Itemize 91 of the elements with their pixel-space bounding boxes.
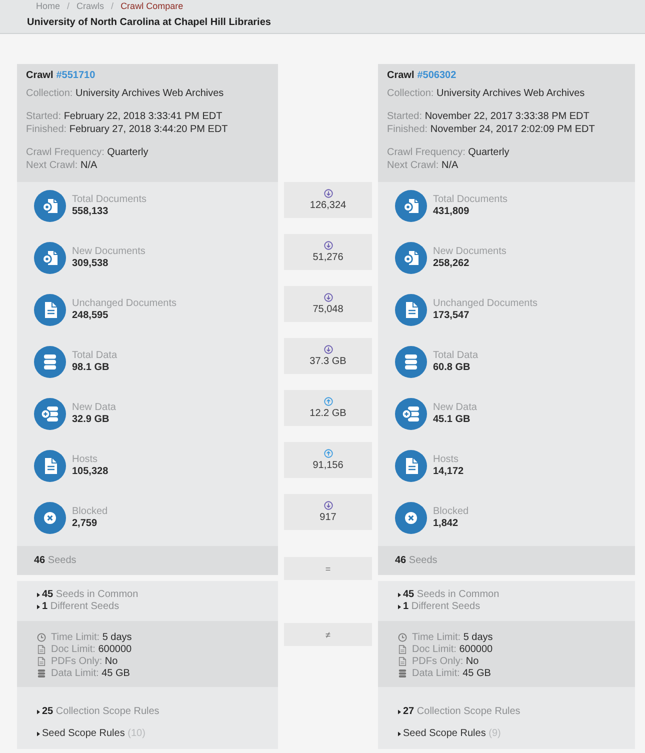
database-badge-icon [34,398,66,430]
limit-line: PDFs Only: No [412,656,479,666]
document-icon [398,644,407,654]
document-icon [34,294,66,326]
document-icon [37,644,46,654]
document-icon [395,294,427,326]
clock-icon [37,632,46,642]
stat-value: 32.9 GB [72,414,110,426]
stat-value: 558,133 [72,206,110,218]
detail-line: Next Crawl: N/A [26,160,98,172]
stat-label: New Data [433,402,477,414]
limit-line: Data Limit: 45 GB [51,668,130,678]
limits-comparison: ≠ [284,623,372,646]
stat-label: Total Data [433,350,478,362]
crawl-label: Crawl [387,70,414,82]
detail-line: Finished: February 27, 2018 3:44:20 PM EDT [26,124,229,136]
seed-total: 46 Seeds [34,555,76,566]
breadcrumb-link[interactable]: Crawl Compare [120,1,184,12]
stat-label: Total Documents [433,194,508,206]
clock-icon [398,632,407,642]
seed-group-toggle[interactable]: 45 Seeds in Common [37,589,138,601]
stat-label: Unchanged Documents [433,298,538,310]
documents-icon [395,242,427,274]
seeds-comparison: = [284,557,372,580]
stat-value: 431,809 [433,206,470,218]
documents-icon [395,190,427,222]
detail-line: Started: February 22, 2018 3:33:41 PM EDT [26,111,224,124]
detail-line: Collection: University Archives Web Archives [387,88,586,100]
stat-label: Hosts [433,454,460,466]
detail-line: Collection: University Archives Web Archives [26,88,225,100]
database-icon [37,668,46,678]
stat-label: New Data [72,402,116,414]
limit-line: Time Limit: 5 days [51,632,132,642]
stat-value: 14,172 [433,466,464,478]
difference-value: 37.3 GB [310,356,346,368]
document-icon [395,450,427,482]
limit-line: Doc Limit: 600000 [412,644,493,654]
stat-label: Blocked [72,506,108,518]
documents-icon [34,242,66,274]
stat-label: Unchanged Documents [72,298,177,310]
detail-line: Next Crawl: N/A [387,160,460,172]
difference-value: 12.2 GB [310,408,346,420]
detail-line: Started: November 22, 2017 3:33:38 PM EDT [387,111,590,124]
difference-value: 75,048 [312,304,344,316]
stat-value: 98.1 GB [72,362,110,374]
scope-rules-toggle[interactable]: 27 Collection Scope Rules [398,706,520,718]
seed-group-toggle[interactable]: 1 Different Seeds [37,601,120,613]
stat-label: Total Data [72,350,118,362]
limit-line: PDFs Only: No [51,656,118,666]
stat-value: 173,547 [433,310,470,322]
document-icon [37,656,46,666]
stat-label: New Documents [433,246,506,258]
difference-value: 126,324 [310,200,346,212]
stat-value: 45.1 GB [433,414,472,426]
x-circle-icon [34,502,66,534]
detail-line: Crawl Frequency: Quarterly [387,147,510,160]
detail-line: Finished: November 24, 2017 2:02:09 PM EDT [387,124,596,136]
seed-total: 46 Seeds [395,555,438,566]
scope-rules-toggle[interactable]: 25 Collection Scope Rules [37,706,160,718]
stat-value: 258,262 [433,258,470,270]
stat-value: 1,842 [433,518,460,530]
stat-value: 60.8 GB [433,362,472,374]
stat-value: 2,759 [72,518,98,530]
document-icon [34,450,66,482]
stat-value: 248,595 [72,310,110,322]
difference-value: 91,156 [312,460,344,472]
stat-value: 105,328 [72,466,108,478]
crawl-label: Crawl [26,70,54,82]
seed-group-toggle[interactable]: 1 Different Seeds [398,601,480,613]
x-circle-icon [395,502,427,534]
detail-line: Crawl Frequency: Quarterly [26,147,150,160]
seed-group-toggle[interactable]: 45 Seeds in Common [398,589,500,601]
database-icon [398,668,407,678]
difference-value: 917 [320,512,336,524]
limit-line: Doc Limit: 600000 [51,644,132,654]
document-icon [398,656,407,666]
stat-label: Total Documents [72,194,146,206]
database-badge-icon [395,398,427,430]
breadcrumb-separator: / [67,1,70,12]
limit-line: Data Limit: 45 GB [412,668,491,678]
stat-label: Hosts [72,454,99,466]
documents-icon [34,190,66,222]
database-icon [395,346,427,378]
breadcrumb-separator: / [111,1,114,12]
limit-line: Time Limit: 5 days [412,632,493,642]
database-icon [34,346,66,378]
difference-value: 51,276 [312,252,344,264]
organization-title: University of North Carolina at Chapel Hill Libraries [27,16,272,30]
stat-label: Blocked [433,506,469,518]
stat-value: 309,538 [72,258,110,270]
stat-label: New Documents [72,246,146,258]
